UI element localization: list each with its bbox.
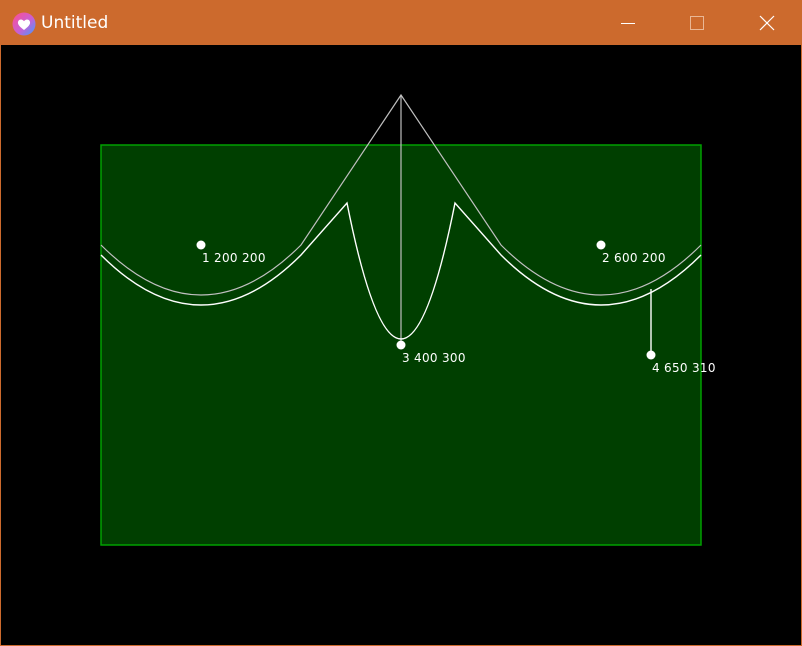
- maximize-icon: [690, 16, 704, 30]
- canvas-svg: 1 200 200 2 600 200 3 400 300 4 650 310: [100, 93, 716, 546]
- control-point-label-1: 1 200 200: [202, 251, 266, 265]
- control-point-2[interactable]: [596, 240, 606, 250]
- maximize-button[interactable]: [673, 1, 719, 45]
- control-point-3[interactable]: [396, 340, 406, 350]
- control-point-label-3: 3 400 300: [402, 351, 466, 365]
- close-icon: [759, 15, 775, 31]
- minimize-button[interactable]: [604, 1, 650, 45]
- close-button[interactable]: [743, 1, 789, 45]
- window-title: Untitled: [41, 13, 109, 33]
- title-bar[interactable]: Untitled: [1, 1, 801, 45]
- app-window: Untitled 1 200 200 2 600 200 3 400 300 4…: [0, 0, 802, 646]
- control-point-label-4: 4 650 310: [652, 361, 716, 375]
- control-point-label-2: 2 600 200: [602, 251, 666, 265]
- control-point-4[interactable]: [646, 350, 656, 360]
- app-heart-icon: [12, 12, 36, 36]
- minimize-icon: [621, 23, 635, 24]
- control-point-1[interactable]: [196, 240, 206, 250]
- drawing-canvas[interactable]: 1 200 200 2 600 200 3 400 300 4 650 310: [1, 45, 801, 645]
